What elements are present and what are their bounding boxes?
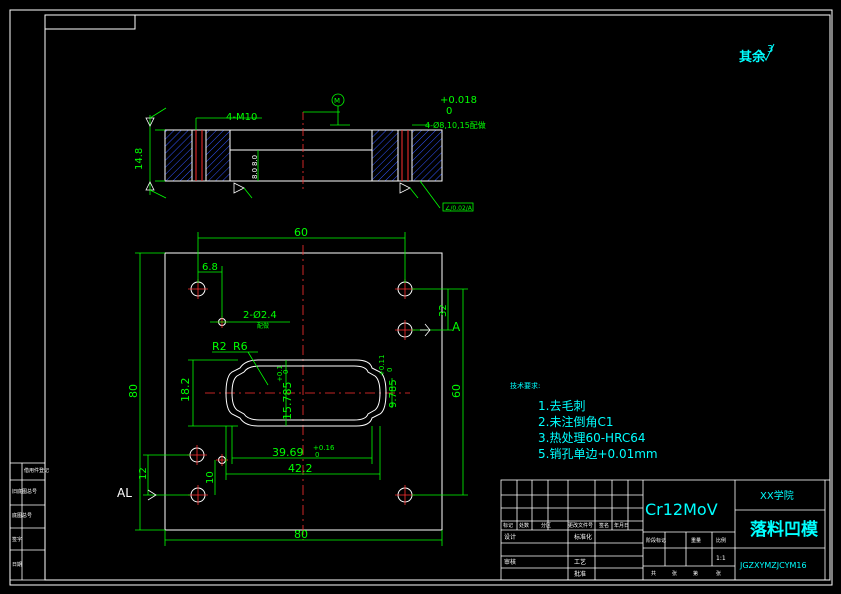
tech-req-item-2: 2.未注倒角C1 — [538, 414, 613, 429]
scale: 1:1 — [716, 555, 726, 562]
stage-label-0: 阶段标记 — [646, 537, 666, 544]
sheet-label-0: 共 — [651, 570, 656, 577]
sign-label-4: 批准 — [574, 570, 586, 578]
row-label-5: 年月日 — [614, 522, 629, 529]
sign-label-2: 审核 — [504, 558, 516, 566]
dim-80-bottom: 80 — [294, 528, 308, 541]
pin-note: 配做 — [257, 322, 269, 330]
sign-label-3: 工艺 — [574, 558, 586, 566]
tol-lower-c: 0 — [315, 451, 319, 459]
tol-lower-a: 0 — [282, 370, 290, 374]
left-label-4: 日期 — [12, 562, 22, 568]
sheet-label-2: 第 — [693, 570, 698, 577]
material: Cr12MoV — [645, 500, 718, 519]
thread-label: 4-M10 — [226, 112, 257, 123]
tol-lower: 0 — [446, 106, 452, 117]
sign-label-1: 标准化 — [574, 533, 592, 541]
thread-band-right — [397, 129, 413, 182]
school: XX学院 — [760, 489, 794, 502]
dim-8a: 8.0 — [251, 155, 259, 166]
row-label-2: 分区 — [541, 522, 551, 529]
left-label-1: 旧底图总号 — [12, 488, 37, 495]
cad-drawing: 借用件登记 旧底图总号 底图总号 签字 日期 其余 3 4-M10 14.8 8… — [9, 9, 833, 586]
callout: ∠/0.02/A — [445, 205, 473, 212]
dim-top: 60 — [294, 226, 308, 239]
part-name: 落料凹模 — [750, 519, 819, 540]
left-label-3: 签字 — [12, 536, 22, 543]
tol-note: 4-Ø8,10,15配做 — [425, 120, 486, 130]
stage-label-2: 比例 — [716, 537, 726, 544]
remaining-mark: 其余 — [739, 49, 766, 65]
mmc-mark: M — [334, 97, 340, 105]
tech-req-item-5: 5.销孔单边+0.01mm — [538, 447, 658, 461]
sheet-label-1: 张 — [672, 570, 677, 577]
tech-req-item-3: 3.热处理60-HRC64 — [538, 431, 645, 445]
row-label-1: 处数 — [519, 522, 529, 529]
sign-label-0: 设计 — [504, 533, 516, 541]
dim-15785: 15.785 — [281, 382, 294, 421]
dim-60-right: 60 — [450, 384, 463, 398]
dim-10: 10 — [205, 471, 216, 484]
stage-label-1: 重量 — [691, 537, 701, 544]
tech-req-title: 技术要求: — [510, 381, 540, 390]
side-view — [145, 93, 474, 212]
left-label-0: 借用件登记 — [24, 467, 49, 474]
dim-8b: 8.0 — [251, 168, 259, 179]
tol-upper-b: +0.11 — [378, 355, 386, 376]
dim-32: 32 — [438, 304, 449, 317]
tech-req-item-1: 1.去毛刺 — [538, 399, 585, 413]
outer-border — [9, 9, 833, 586]
dim-9785: 9.785 — [388, 379, 399, 408]
row-label-3: 更改文件号 — [568, 522, 593, 529]
dim-80-left: 80 — [127, 384, 140, 398]
dim-height: 14.8 — [134, 148, 145, 170]
dim-422: 42.2 — [288, 462, 313, 475]
dim-68: 6.8 — [202, 262, 218, 273]
sheet-label-3: 张 — [716, 570, 721, 577]
r2: R2 — [212, 340, 227, 353]
drawing-no: JGZXYMZJCYM16 — [739, 561, 807, 570]
left-label-2: 底图总号 — [12, 512, 32, 519]
dim-182: 18.2 — [179, 378, 192, 403]
thread-band-left — [191, 129, 207, 182]
dim-12: 12 — [138, 467, 149, 480]
datum-a: A — [452, 320, 461, 334]
dim-3969: 39.69 — [272, 446, 304, 459]
row-label-0: 标记 — [503, 522, 513, 529]
r6: R6 — [233, 340, 248, 353]
pin-holes: 2-Ø2.4 — [243, 309, 277, 321]
row-label-4: 签名 — [599, 522, 609, 529]
code-box — [44, 14, 136, 30]
cavity-top — [229, 129, 373, 151]
tol-upper: +0.018 — [440, 95, 477, 106]
remaining-value: 3 — [767, 44, 773, 55]
tol-lower-b: 0 — [386, 368, 394, 372]
datum-al: AL — [117, 486, 132, 500]
